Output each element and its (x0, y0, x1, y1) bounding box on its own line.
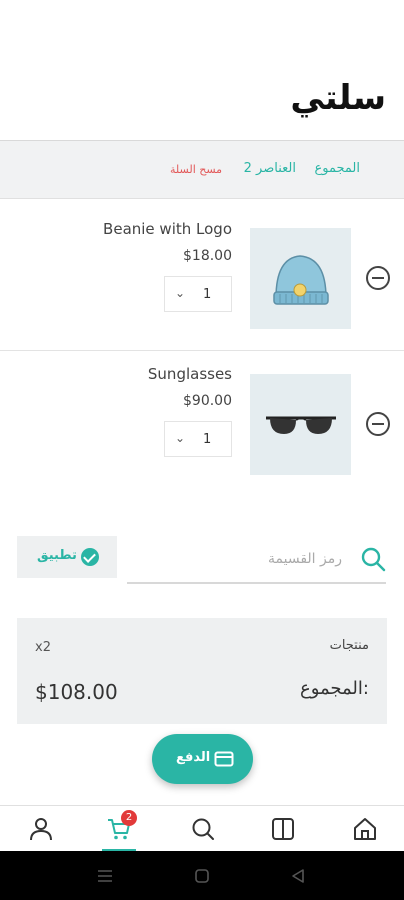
beanie-image (250, 228, 351, 329)
total-value: $108.00 (35, 680, 118, 704)
item-price: $90.00 (183, 393, 232, 409)
bottom-navigation: 2 (0, 805, 404, 852)
quantity-value: 1 (203, 432, 212, 447)
item-name: Sunglasses (147, 365, 232, 383)
total-label: المجموع: (299, 678, 369, 699)
search-icon (361, 547, 386, 572)
item-name: Beanie with Logo (103, 220, 232, 238)
cart-item: Beanie with Logo $18.00 ⌄ 1 (0, 200, 404, 345)
cart-nav-item[interactable]: 2 (102, 810, 137, 852)
categories-icon[interactable] (270, 816, 296, 842)
cart-summary-bar: المجموع 2 العناصر مسح السلة (0, 141, 404, 199)
search-nav-icon[interactable] (190, 816, 216, 842)
coupon-field (127, 536, 386, 584)
quantity-select[interactable]: ⌄ 1 (164, 421, 232, 457)
back-icon[interactable] (289, 867, 307, 885)
credit-card-icon (214, 751, 234, 767)
products-label: منتجات (329, 638, 369, 653)
account-icon[interactable] (28, 816, 54, 842)
checkout-label: الدفع (176, 750, 211, 765)
cart-badge: 2 (121, 810, 137, 826)
order-totals: منتجات x2 المجموع: $108.00 (17, 618, 387, 724)
quantity-value: 1 (203, 287, 212, 302)
cart-item: Sunglasses $90.00 ⌄ 1 (0, 345, 404, 490)
chevron-down-icon: ⌄ (175, 286, 186, 300)
remove-item-button[interactable] (366, 266, 390, 290)
summary-items-count: 2 العناصر (243, 161, 296, 176)
home-button-icon[interactable] (193, 867, 211, 885)
chevron-down-icon: ⌄ (175, 431, 186, 445)
remove-item-button[interactable] (366, 412, 390, 436)
apply-coupon-label: تطبيق (37, 548, 77, 563)
check-circle-icon (81, 548, 99, 566)
checkout-button[interactable]: الدفع (152, 734, 253, 784)
apply-coupon-button[interactable]: تطبيق (17, 536, 117, 578)
clear-cart-link[interactable]: مسح السلة (170, 163, 222, 176)
recent-apps-icon[interactable] (96, 867, 114, 885)
page-title: سلتي (290, 78, 386, 118)
products-count: x2 (35, 640, 51, 655)
system-navigation-bar (0, 851, 404, 900)
home-icon[interactable] (352, 816, 378, 842)
coupon-input[interactable] (127, 542, 342, 576)
summary-total-label: المجموع (314, 161, 360, 176)
sunglasses-image (250, 374, 351, 475)
quantity-select[interactable]: ⌄ 1 (164, 276, 232, 312)
coupon-row: تطبيق (0, 536, 404, 588)
item-price: $18.00 (183, 248, 232, 264)
